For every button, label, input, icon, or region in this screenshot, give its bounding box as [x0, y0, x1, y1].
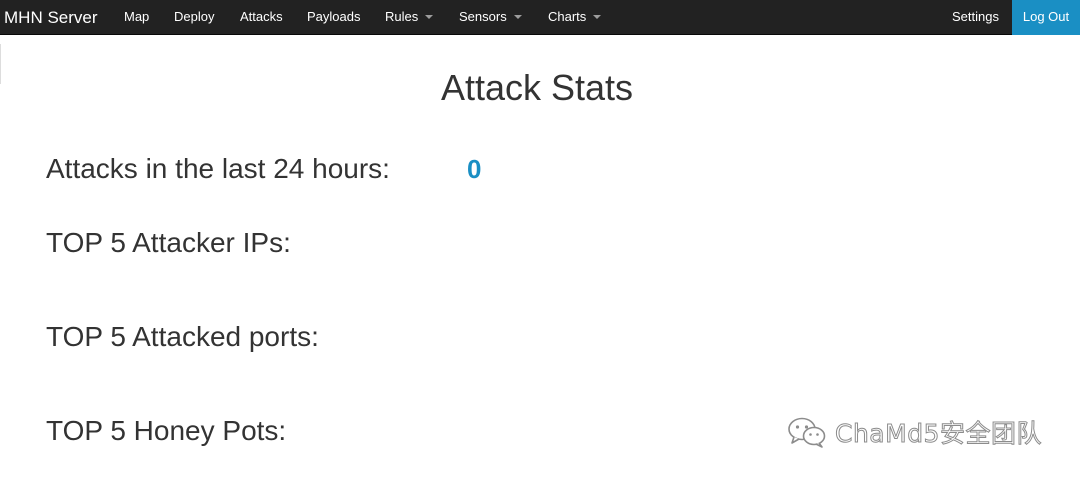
- watermark: ChaMd5安全团队: [787, 414, 1042, 450]
- nav-item-attacks[interactable]: Attacks: [240, 0, 283, 35]
- watermark-text: ChaMd5安全团队: [835, 419, 1042, 449]
- nav-item-map[interactable]: Map: [124, 0, 149, 35]
- top-attacker-ips-heading: TOP 5 Attacker IPs:: [46, 227, 291, 258]
- nav-dropdown-sensors[interactable]: Sensors: [459, 0, 522, 35]
- caret-down-icon: [513, 14, 522, 19]
- nav-dropdown-rules[interactable]: Rules: [385, 0, 434, 35]
- brand-link[interactable]: MHN Server: [4, 0, 98, 35]
- attacks-24h-count: 0: [467, 154, 482, 184]
- top-navbar: MHN Server Map Deploy Attacks Payloads R…: [0, 0, 1080, 35]
- top-attacked-ports-heading: TOP 5 Attacked ports:: [46, 321, 319, 352]
- attacks-24h-label: Attacks in the last 24 hours:: [46, 153, 390, 184]
- nav-item-deploy[interactable]: Deploy: [174, 0, 214, 35]
- settings-link[interactable]: Settings: [952, 0, 999, 35]
- wechat-icon: [788, 417, 826, 448]
- caret-down-icon: [593, 14, 602, 19]
- nav-item-charts-label: Charts: [548, 9, 587, 24]
- page-title: Attack Stats: [440, 67, 634, 108]
- nav-dropdown-charts[interactable]: Charts: [548, 0, 602, 35]
- nav-item-payloads[interactable]: Payloads: [307, 0, 360, 35]
- logout-button[interactable]: Log Out: [1012, 0, 1080, 35]
- nav-item-rules-label: Rules: [385, 9, 419, 24]
- top-honey-pots-heading: TOP 5 Honey Pots:: [46, 415, 287, 446]
- caret-down-icon: [425, 14, 434, 19]
- nav-item-sensors-label: Sensors: [459, 9, 507, 24]
